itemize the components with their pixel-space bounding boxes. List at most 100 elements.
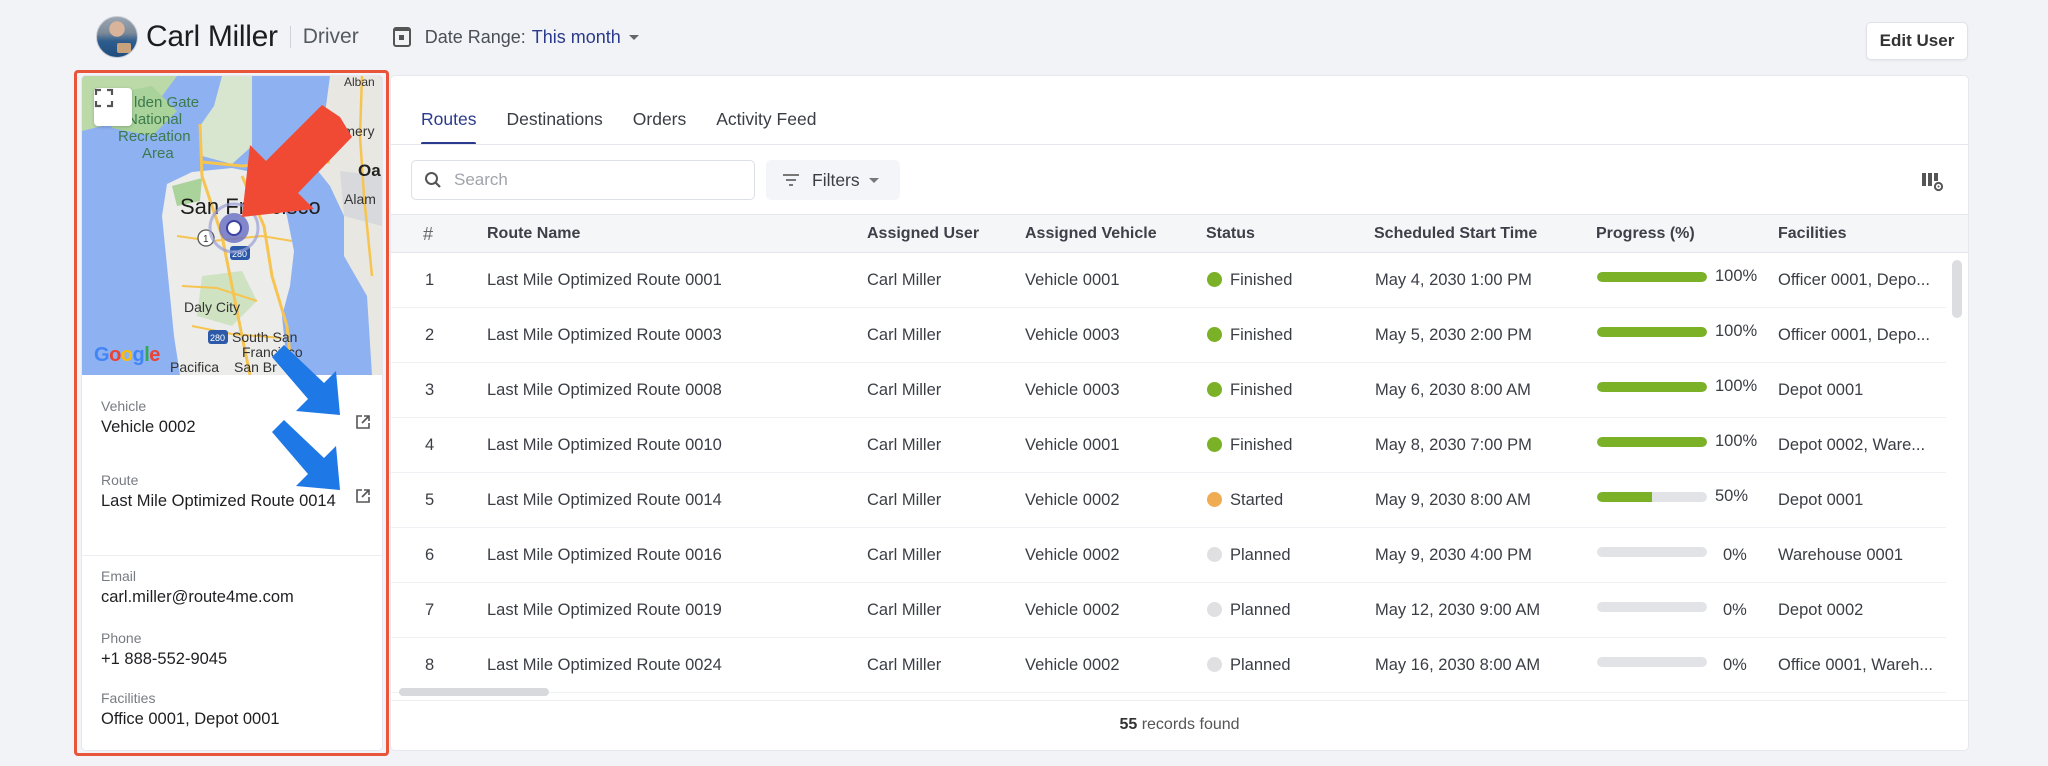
column-settings-icon[interactable] (1922, 172, 1944, 192)
cell-assigned-vehicle: Vehicle 0002 (1025, 546, 1120, 564)
cell-progress: 0% (1597, 583, 1767, 638)
cell-status: Planned (1207, 583, 1291, 638)
cell-route-name: Last Mile Optimized Route 0001 (487, 271, 722, 289)
status-label: Planned (1230, 656, 1291, 674)
progress-bar (1597, 547, 1707, 557)
progress-label: 0% (1723, 656, 1747, 674)
cell-facilities: Officer 0001, Depo... (1778, 326, 1930, 344)
status-label: Finished (1230, 381, 1293, 399)
divider (391, 144, 1968, 145)
avatar (96, 16, 138, 58)
cell-facilities: Office 0001, Wareh... (1778, 656, 1933, 674)
cell-route-name: Last Mile Optimized Route 0024 (487, 656, 722, 674)
progress-fill (1597, 492, 1652, 502)
progress-label: 50% (1715, 487, 1749, 505)
progress-bar (1597, 602, 1707, 612)
column-header-scheduled-start[interactable]: Scheduled Start Time (1374, 215, 1537, 253)
cell-progress: 0% (1597, 528, 1767, 583)
cell-facilities: Depot 0002 (1778, 601, 1864, 619)
tab-orders[interactable]: Orders (633, 109, 686, 144)
vertical-scrollbar[interactable] (1952, 260, 1962, 318)
filters-button[interactable]: Filters (766, 160, 900, 200)
table-row[interactable]: 5 Last Mile Optimized Route 0014 Carl Mill… (391, 473, 1946, 528)
progress-label: 0% (1723, 601, 1747, 619)
cell-progress: 0% (1597, 638, 1767, 693)
cell-scheduled-start: May 16, 2030 8:00 AM (1375, 656, 1541, 674)
cell-progress: 100% (1597, 308, 1767, 363)
caret-down-icon (628, 34, 639, 40)
column-header-assigned-vehicle[interactable]: Assigned Vehicle (1025, 215, 1157, 253)
cell-facilities: Depot 0002, Ware... (1778, 436, 1926, 454)
progress-bar (1597, 327, 1707, 337)
column-header-status[interactable]: Status (1206, 215, 1255, 253)
progress-label: 100% (1715, 267, 1758, 285)
progress-bar (1597, 437, 1707, 447)
cell-number: 4 (425, 436, 435, 454)
cell-status: Finished (1207, 308, 1292, 363)
cell-number: 8 (425, 656, 435, 674)
progress-label: 100% (1715, 377, 1758, 395)
progress-bar (1597, 657, 1707, 667)
table-row[interactable]: 1 Last Mile Optimized Route 0001 Carl Mill… (391, 253, 1946, 308)
status-dot-icon (1207, 547, 1222, 562)
progress-bar (1597, 492, 1707, 502)
date-range-value[interactable]: This month (532, 27, 621, 48)
progress-label: 100% (1715, 432, 1758, 450)
table-row[interactable]: 2 Last Mile Optimized Route 0003 Carl Mill… (391, 308, 1946, 363)
search-input[interactable] (454, 170, 734, 190)
table-row[interactable]: 4 Last Mile Optimized Route 0010 Carl Mill… (391, 418, 1946, 473)
records-found: 55 records found (391, 700, 1968, 750)
cell-status: Started (1207, 473, 1283, 528)
date-range-picker[interactable]: Date Range: This month (392, 26, 639, 48)
cell-number: 7 (425, 601, 435, 619)
search-field[interactable] (411, 160, 755, 200)
status-dot-icon (1207, 437, 1222, 452)
cell-number: 5 (425, 491, 435, 509)
cell-route-name: Last Mile Optimized Route 0014 (487, 491, 722, 509)
table-row[interactable]: 3 Last Mile Optimized Route 0008 Carl Mill… (391, 363, 1946, 418)
cell-assigned-vehicle: Vehicle 0003 (1025, 326, 1120, 344)
cell-scheduled-start: May 8, 2030 7:00 PM (1375, 436, 1532, 454)
cell-progress: 50% (1597, 473, 1767, 528)
calendar-icon (392, 27, 411, 47)
records-count: 55 (1119, 716, 1138, 733)
column-header-number[interactable]: # (423, 215, 433, 253)
cell-assigned-user: Carl Miller (867, 381, 942, 399)
cell-assigned-vehicle: Vehicle 0001 (1025, 271, 1120, 289)
tab-activity-feed[interactable]: Activity Feed (716, 109, 816, 144)
tab-destinations[interactable]: Destinations (506, 109, 602, 144)
progress-fill (1597, 382, 1707, 392)
column-header-route-name[interactable]: Route Name (487, 215, 580, 253)
cell-status: Planned (1207, 528, 1291, 583)
highlight-outline (74, 70, 389, 756)
progress-label: 0% (1723, 546, 1747, 564)
status-label: Finished (1230, 326, 1293, 344)
status-dot-icon (1207, 492, 1222, 507)
cell-assigned-user: Carl Miller (867, 546, 942, 564)
cell-assigned-vehicle: Vehicle 0002 (1025, 601, 1120, 619)
table-row[interactable]: 8 Last Mile Optimized Route 0024 Carl Mill… (391, 638, 1946, 693)
user-name: Carl Miller (146, 20, 278, 53)
cell-route-name: Last Mile Optimized Route 0010 (487, 436, 722, 454)
cell-progress: 100% (1597, 418, 1767, 473)
table-row[interactable]: 7 Last Mile Optimized Route 0019 Carl Mill… (391, 583, 1946, 638)
column-header-progress[interactable]: Progress (%) (1596, 215, 1695, 253)
table-header: # Route Name Assigned User Assigned Vehi… (391, 214, 1968, 253)
tab-routes[interactable]: Routes (421, 109, 477, 145)
progress-bar (1597, 382, 1707, 392)
status-dot-icon (1207, 382, 1222, 397)
column-header-facilities[interactable]: Facilities (1778, 215, 1846, 253)
status-dot-icon (1207, 327, 1222, 342)
horizontal-scrollbar[interactable] (399, 688, 549, 696)
table-row[interactable]: 6 Last Mile Optimized Route 0016 Carl Mill… (391, 528, 1946, 583)
cell-scheduled-start: May 12, 2030 9:00 AM (1375, 601, 1541, 619)
column-header-assigned-user[interactable]: Assigned User (867, 215, 979, 253)
progress-fill (1597, 327, 1707, 337)
page-header: Carl Miller Driver Date Range: This mont… (96, 14, 639, 60)
status-label: Planned (1230, 601, 1291, 619)
edit-user-button[interactable]: Edit User (1866, 22, 1968, 60)
date-range-label: Date Range: (424, 26, 526, 47)
cell-facilities: Officer 0001, Depo... (1778, 271, 1930, 289)
tab-bar: Routes Destinations Orders Activity Feed (421, 76, 846, 145)
status-label: Finished (1230, 436, 1293, 454)
